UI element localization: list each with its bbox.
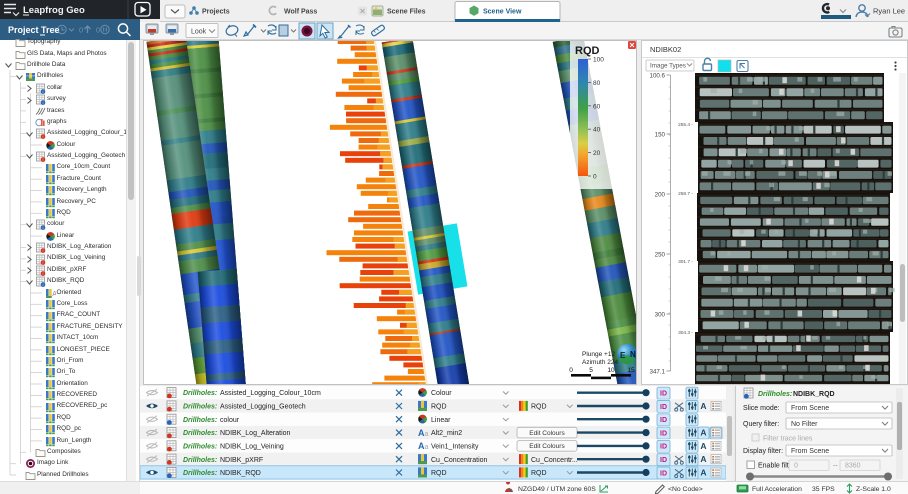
svg-text:258.7 -: 258.7 -: [678, 191, 693, 197]
svg-text:--: --: [833, 463, 838, 470]
svg-text:40: 40: [593, 127, 601, 134]
svg-text:RQD: RQD: [531, 470, 547, 477]
svg-text:NDIBK_Log_Alteration: NDIBK_Log_Alteration: [220, 430, 291, 437]
svg-text:RQD: RQD: [575, 45, 600, 57]
svg-text:60: 60: [593, 103, 601, 110]
svg-text:ID: ID: [660, 390, 667, 397]
svg-text:A: A: [700, 454, 706, 464]
svg-text:304.3 -: 304.3 -: [678, 330, 693, 336]
svg-text:Scene View: Scene View: [483, 9, 522, 16]
svg-text:E: E: [620, 351, 626, 360]
svg-text:200: 200: [655, 191, 666, 198]
svg-text:a: a: [425, 444, 429, 451]
svg-text:Wolf Pass: Wolf Pass: [284, 9, 317, 16]
svg-text:Project Tree: Project Tree: [8, 25, 60, 35]
svg-text:!: !: [43, 135, 44, 139]
svg-text:0: 0: [53, 26, 57, 35]
svg-text:ID: ID: [660, 444, 667, 451]
svg-text:A: A: [700, 401, 706, 411]
svg-text:Z-Scale 1.0: Z-Scale 1.0: [856, 486, 891, 493]
svg-text:!: !: [43, 158, 44, 162]
svg-text:Edit Colours: Edit Colours: [529, 443, 565, 450]
svg-text:Plunge +12: Plunge +12: [582, 351, 615, 358]
svg-text:N: N: [630, 350, 636, 359]
svg-text:250: 250: [655, 251, 666, 258]
svg-text:Edit Colours: Edit Colours: [529, 430, 565, 437]
svg-text:Slice mode:: Slice mode:: [743, 405, 780, 412]
svg-text:0: 0: [569, 367, 573, 374]
svg-text:NDIBK_RQD: NDIBK_RQD: [793, 391, 835, 398]
svg-text:80: 80: [593, 80, 601, 87]
svg-text:Display filter:: Display filter:: [743, 448, 783, 455]
svg-text:Filter trace lines: Filter trace lines: [763, 436, 813, 443]
svg-text:From Scene: From Scene: [791, 448, 829, 455]
svg-text:A: A: [700, 468, 706, 478]
svg-text:8360: 8360: [845, 463, 861, 470]
svg-text:Assisted_Logging_Colour_10cm: Assisted_Logging_Colour_10cm: [220, 390, 321, 397]
svg-text:Drillholes:: Drillholes:: [183, 390, 217, 397]
svg-text:Assisted_Logging_Geotech: Assisted_Logging_Geotech: [220, 404, 306, 411]
svg-text:Look: Look: [191, 29, 207, 36]
svg-text:150: 150: [655, 131, 666, 138]
svg-text:347.1: 347.1: [650, 368, 666, 375]
svg-text:Alt2_min2: Alt2_min2: [431, 430, 462, 437]
svg-text:NDIBK_Log_Veining: NDIBK_Log_Veining: [220, 444, 284, 451]
svg-text:5: 5: [589, 367, 593, 374]
svg-text:Drillholes:: Drillholes:: [183, 404, 217, 411]
svg-text:A: A: [52, 291, 56, 298]
svg-text:Drillholes:: Drillholes:: [183, 430, 217, 437]
svg-text:Drillholes:: Drillholes:: [183, 470, 217, 477]
svg-text:Query filter:: Query filter:: [743, 421, 779, 428]
svg-text:Colour: Colour: [431, 390, 452, 397]
svg-text:colour: colour: [220, 417, 240, 424]
svg-text:Drillholes:: Drillholes:: [758, 391, 792, 398]
svg-text:From Scene: From Scene: [791, 405, 829, 412]
svg-text:a: a: [425, 431, 429, 438]
svg-text:ID: ID: [660, 457, 667, 464]
svg-text:Drillholes:: Drillholes:: [183, 417, 217, 424]
svg-text:0: 0: [79, 26, 83, 35]
svg-text:255.4 -: 255.4 -: [678, 122, 693, 128]
svg-text:Azimuth 224: Azimuth 224: [582, 359, 619, 366]
svg-text:Image Types: Image Types: [650, 63, 686, 70]
svg-text:Drillholes:: Drillholes:: [183, 457, 217, 464]
svg-text:A: A: [700, 441, 706, 451]
svg-text:Leapfrog Geo: Leapfrog Geo: [23, 5, 85, 16]
svg-text:NZGD49 / UTM zone 60S: NZGD49 / UTM zone 60S: [518, 486, 596, 493]
svg-text:ID: ID: [660, 404, 667, 411]
svg-text:A: A: [700, 428, 706, 438]
svg-text:0: 0: [96, 26, 100, 35]
svg-text:RQD: RQD: [431, 470, 447, 477]
svg-text:NDIBK02: NDIBK02: [650, 45, 681, 54]
svg-text:Scene Files: Scene Files: [387, 9, 426, 16]
svg-text:ID: ID: [660, 470, 667, 477]
svg-text:301.7 -: 301.7 -: [678, 259, 693, 265]
svg-text:0: 0: [794, 463, 798, 470]
svg-text:Full Acceleration: Full Acceleration: [752, 486, 802, 493]
svg-text:Drillholes:: Drillholes:: [183, 444, 217, 451]
svg-text:Cu_Concentration: Cu_Concentration: [431, 457, 488, 464]
svg-text:NDIBK_RQD: NDIBK_RQD: [220, 470, 261, 477]
svg-text:<No Code>: <No Code>: [668, 486, 703, 493]
svg-text:100.6: 100.6: [650, 72, 666, 79]
svg-text:RQD: RQD: [531, 404, 547, 411]
svg-text:15: 15: [627, 367, 635, 374]
svg-text:0: 0: [593, 174, 597, 181]
svg-text:35 FPS: 35 FPS: [812, 486, 835, 493]
svg-text:Vein1_Intensity: Vein1_Intensity: [431, 444, 479, 451]
svg-text:NDIBK_pXRF: NDIBK_pXRF: [220, 457, 263, 464]
svg-text:100: 100: [593, 57, 604, 64]
svg-text:300: 300: [655, 311, 666, 318]
svg-text:Ryan Lee: Ryan Lee: [873, 7, 905, 16]
svg-text:RQD: RQD: [431, 404, 447, 411]
svg-text:Linear: Linear: [431, 417, 451, 424]
svg-text:10: 10: [607, 367, 615, 374]
svg-text:Projects: Projects: [202, 9, 230, 16]
svg-text:ID: ID: [660, 417, 667, 424]
svg-text:!: !: [43, 261, 44, 265]
svg-text:20: 20: [593, 150, 601, 157]
svg-text:No Filter: No Filter: [791, 421, 818, 428]
svg-text:ID: ID: [660, 430, 667, 437]
